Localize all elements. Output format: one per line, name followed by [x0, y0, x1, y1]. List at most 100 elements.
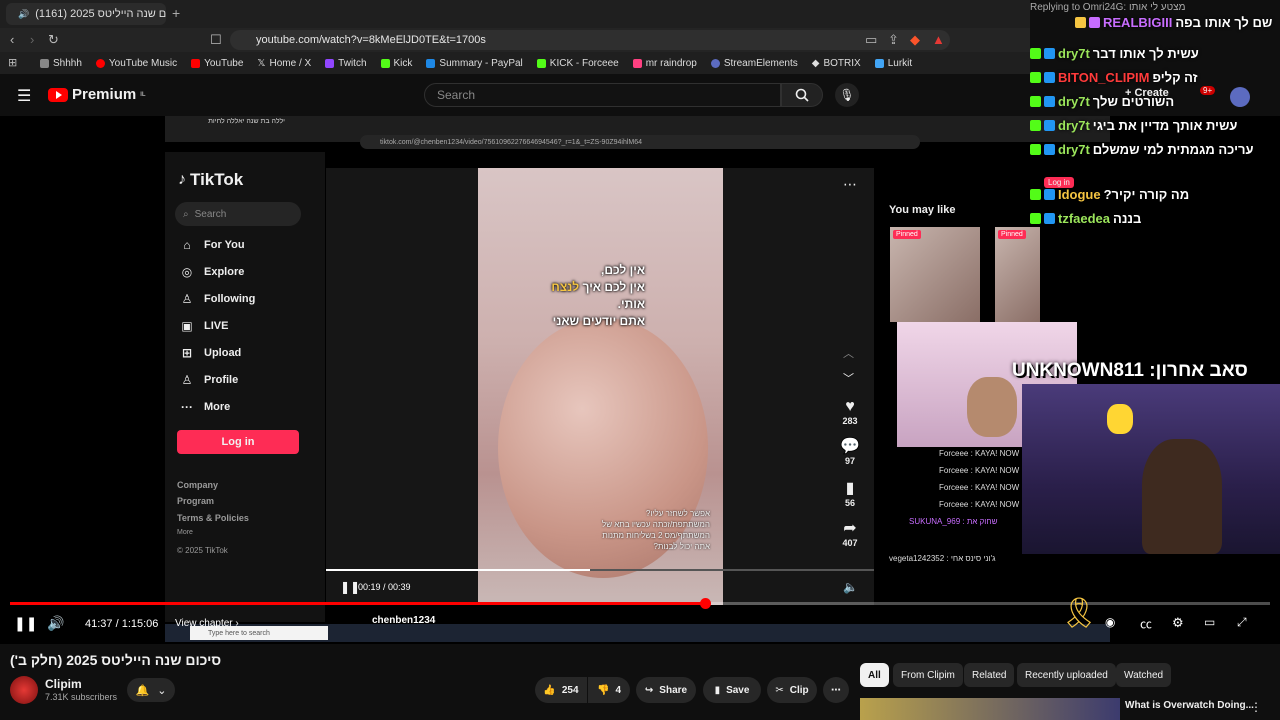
cast-icon[interactable]: ▭ — [865, 32, 877, 48]
caption-line: אותי. — [617, 297, 645, 311]
caption-highlight: לנצח — [551, 280, 580, 294]
share-page-icon[interactable]: ⇪ — [888, 32, 899, 48]
chip-from-clipim[interactable]: From Clipim — [893, 663, 963, 687]
youtube-icon — [632, 58, 642, 68]
create-button[interactable]: + Create — [1125, 87, 1169, 99]
share-button[interactable]: ↪ Share — [636, 677, 696, 703]
recommended-video-title[interactable]: What is Overwatch Doing... — [1125, 700, 1254, 711]
brave-shield-icon[interactable]: ◆ — [910, 32, 920, 48]
forward-icon[interactable]: › — [30, 32, 34, 47]
like-button[interactable]: 👍 254 — [535, 677, 587, 703]
bookmark-item[interactable]: Lurkit — [874, 58, 912, 69]
youtube-logo[interactable]: Premium IL — [48, 86, 146, 103]
tiktok-nav-label: LIVE — [204, 320, 229, 332]
tiktok-like: ♥ 283 — [836, 398, 864, 426]
progress-scrubber[interactable] — [700, 598, 711, 609]
notification-count[interactable]: 9+ — [1200, 86, 1216, 95]
tiktok-progress-fill — [326, 569, 590, 571]
search-icon — [795, 88, 809, 102]
volume-button[interactable]: 🔊 — [47, 615, 64, 632]
more-dots-icon: ⋯ — [831, 684, 841, 696]
view-chapter-button[interactable]: View chapter › — [175, 618, 239, 629]
tiktok-nav-for-you: ⌂ For You — [180, 238, 245, 252]
url-bar[interactable]: youtube.com/watch?v=8kMeElJD0TE&t=1700s — [230, 30, 950, 50]
more-options-icon[interactable]: ⋮ — [1250, 700, 1262, 714]
autoplay-toggle[interactable]: ◉ — [1105, 615, 1115, 629]
fullscreen-button[interactable]: ⤢ — [1237, 615, 1247, 630]
clip-button[interactable]: ✂ Clip — [767, 677, 817, 703]
subscribed-bell-button[interactable]: 🔔 ⌄ — [127, 678, 175, 702]
browser-tab[interactable]: 🔊 סיכום שנה הייליטס 2025 (1161) ✕ — [6, 3, 166, 25]
person-icon: ♙ — [181, 292, 193, 306]
bookmark-label: Home / X — [269, 57, 312, 69]
tiktok-saves: ▮ 56 — [836, 478, 864, 508]
chip-related[interactable]: Related — [964, 663, 1015, 687]
save-button[interactable]: ▮ Save — [703, 677, 761, 703]
bookmark-label: Shhhh — [53, 57, 82, 69]
chip-watched[interactable]: Watched — [1116, 663, 1172, 687]
caption-line: אתם יודעים שאני — [552, 314, 645, 328]
save-count: 56 — [844, 498, 855, 508]
bookmark-item[interactable]: Twitch — [325, 57, 367, 69]
bookmark-item[interactable]: 𝕏 Home / X — [257, 58, 311, 69]
account-avatar[interactable] — [1230, 87, 1250, 107]
more-actions-button[interactable]: ⋯ — [823, 677, 849, 703]
chat-message: dry7t עשית לך אותו דבר — [1030, 46, 1280, 61]
kick-badge-icon — [1030, 48, 1041, 59]
menu-icon[interactable]: ☰ — [17, 86, 31, 106]
kick-badge-icon — [1030, 144, 1041, 155]
fullscreen-icon: ⤢ — [1237, 615, 1247, 629]
tiktok-nav-label: For You — [204, 239, 245, 251]
last-sub-banner: סאב אחרון: UNKNOWN811 — [1012, 360, 1248, 381]
bookmark-label: StreamElements — [723, 57, 798, 69]
bookmark-item[interactable]: Summary - PayPal — [426, 58, 523, 69]
bookmark-item[interactable]: KICK - Forceee — [536, 58, 619, 69]
settings-button[interactable]: ⚙ — [1172, 615, 1184, 631]
kick-badge-icon — [1030, 72, 1041, 83]
theater-button[interactable]: ▭ — [1204, 615, 1215, 629]
twitch-icon — [325, 58, 335, 68]
chat-message: BITON_CLIPIM זה קליפ — [1030, 70, 1280, 85]
bookmark-item[interactable]: YouTube Music — [95, 58, 177, 69]
tiktok-nav-label: Explore — [204, 266, 245, 278]
chip-recently-uploaded[interactable]: Recently uploaded — [1017, 663, 1116, 687]
bookmark-item[interactable]: YouTube — [191, 58, 243, 69]
chat-text: עשית אותך מדיין את ביגי — [1092, 118, 1238, 133]
captions-button[interactable]: ㏄ — [1140, 615, 1152, 632]
browser-tab-title: סיכום שנה הייליטס 2025 (1161) — [35, 8, 166, 20]
compass-icon: ◎ — [181, 265, 193, 279]
new-tab-button[interactable]: + — [172, 5, 180, 21]
live-tv-icon: ▣ — [181, 319, 193, 333]
kick-badge-icon — [1030, 189, 1041, 200]
video-progress-fill — [10, 602, 705, 605]
bookmark-label: Kick — [393, 57, 413, 69]
brave-rewards-icon[interactable]: ▲ — [932, 32, 945, 47]
chip-all[interactable]: All — [860, 663, 889, 687]
lurkit-icon — [874, 58, 884, 68]
mini-chat-line: Forceee : KAYA! NOW — [939, 449, 1020, 458]
bookmark-item[interactable]: Shhhh — [40, 58, 82, 69]
search-button[interactable] — [781, 83, 823, 107]
search-input[interactable]: Search — [424, 83, 781, 107]
bookmark-item[interactable]: mr raindrop — [632, 58, 697, 69]
voice-search-button[interactable]: 🎙 — [835, 83, 859, 107]
channel-name[interactable]: Clipim — [45, 677, 82, 691]
tiktok-logo-text: TikTok — [190, 170, 244, 189]
scissors-icon: ✂ — [775, 684, 784, 696]
dislike-button[interactable]: 👎 4 — [588, 677, 630, 703]
tiktok-comments: 💬 97 — [836, 436, 864, 466]
bookmark-item[interactable]: StreamElements — [710, 57, 798, 69]
channel-avatar[interactable] — [10, 676, 38, 704]
pinned-badge: Pinned — [893, 230, 921, 239]
pause-button[interactable]: ❚❚ — [14, 615, 37, 632]
bookmark-item[interactable]: ◆ BOTRIX — [812, 58, 861, 69]
recommended-video-thumbnail[interactable] — [860, 698, 1120, 720]
bookmark-item[interactable]: Kick — [380, 57, 413, 69]
apps-grid-icon[interactable]: ⊞ — [8, 56, 17, 69]
chat-message: REALBIGIII שם לך אותו בפה — [1030, 15, 1280, 30]
chat-message: dry7t עשית אותך מדיין את ביגי — [1030, 118, 1280, 133]
back-icon[interactable]: ‹ — [10, 32, 14, 47]
reload-icon[interactable]: ↻ — [48, 32, 59, 48]
bookmark-label: Twitch — [338, 57, 367, 69]
bookmark-icon[interactable]: ☐ — [210, 32, 222, 48]
